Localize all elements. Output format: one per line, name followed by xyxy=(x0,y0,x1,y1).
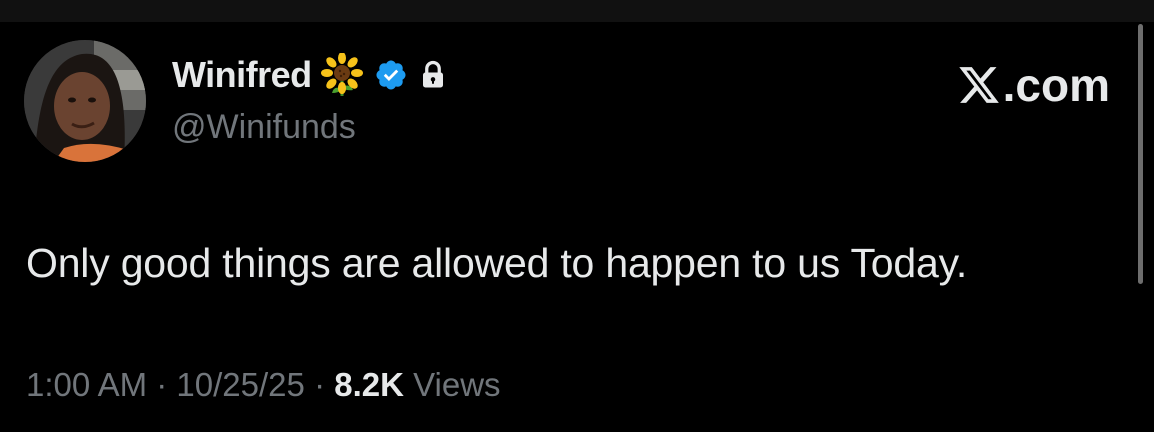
meta-separator: · xyxy=(156,366,168,403)
author-handle[interactable]: @Winifunds xyxy=(172,108,356,147)
sunflower-icon xyxy=(320,52,364,97)
lock-icon xyxy=(418,60,448,90)
views-label: Views xyxy=(413,366,501,403)
verified-badge-icon[interactable] xyxy=(374,58,408,92)
x-logo-icon xyxy=(957,63,1001,107)
avatar[interactable] xyxy=(24,40,146,162)
meta-separator: · xyxy=(314,366,326,403)
tweet-text: Only good things are allowed to happen t… xyxy=(26,240,968,286)
views-count[interactable]: 8.2K xyxy=(334,366,404,403)
tweet-time[interactable]: 1:00 AM xyxy=(26,366,147,403)
author-name-row[interactable]: Winifred xyxy=(172,52,448,98)
tweet-date[interactable]: 10/25/25 xyxy=(176,366,304,403)
brand-label: .com xyxy=(1002,59,1110,111)
author-display-name[interactable]: Winifred xyxy=(172,54,312,96)
brand-watermark: .com xyxy=(957,58,1110,112)
tweet-meta: 1:00 AM · 10/25/25 · 8.2K Views xyxy=(26,366,501,404)
top-bar xyxy=(0,0,1154,22)
scrollbar[interactable] xyxy=(1138,24,1143,284)
